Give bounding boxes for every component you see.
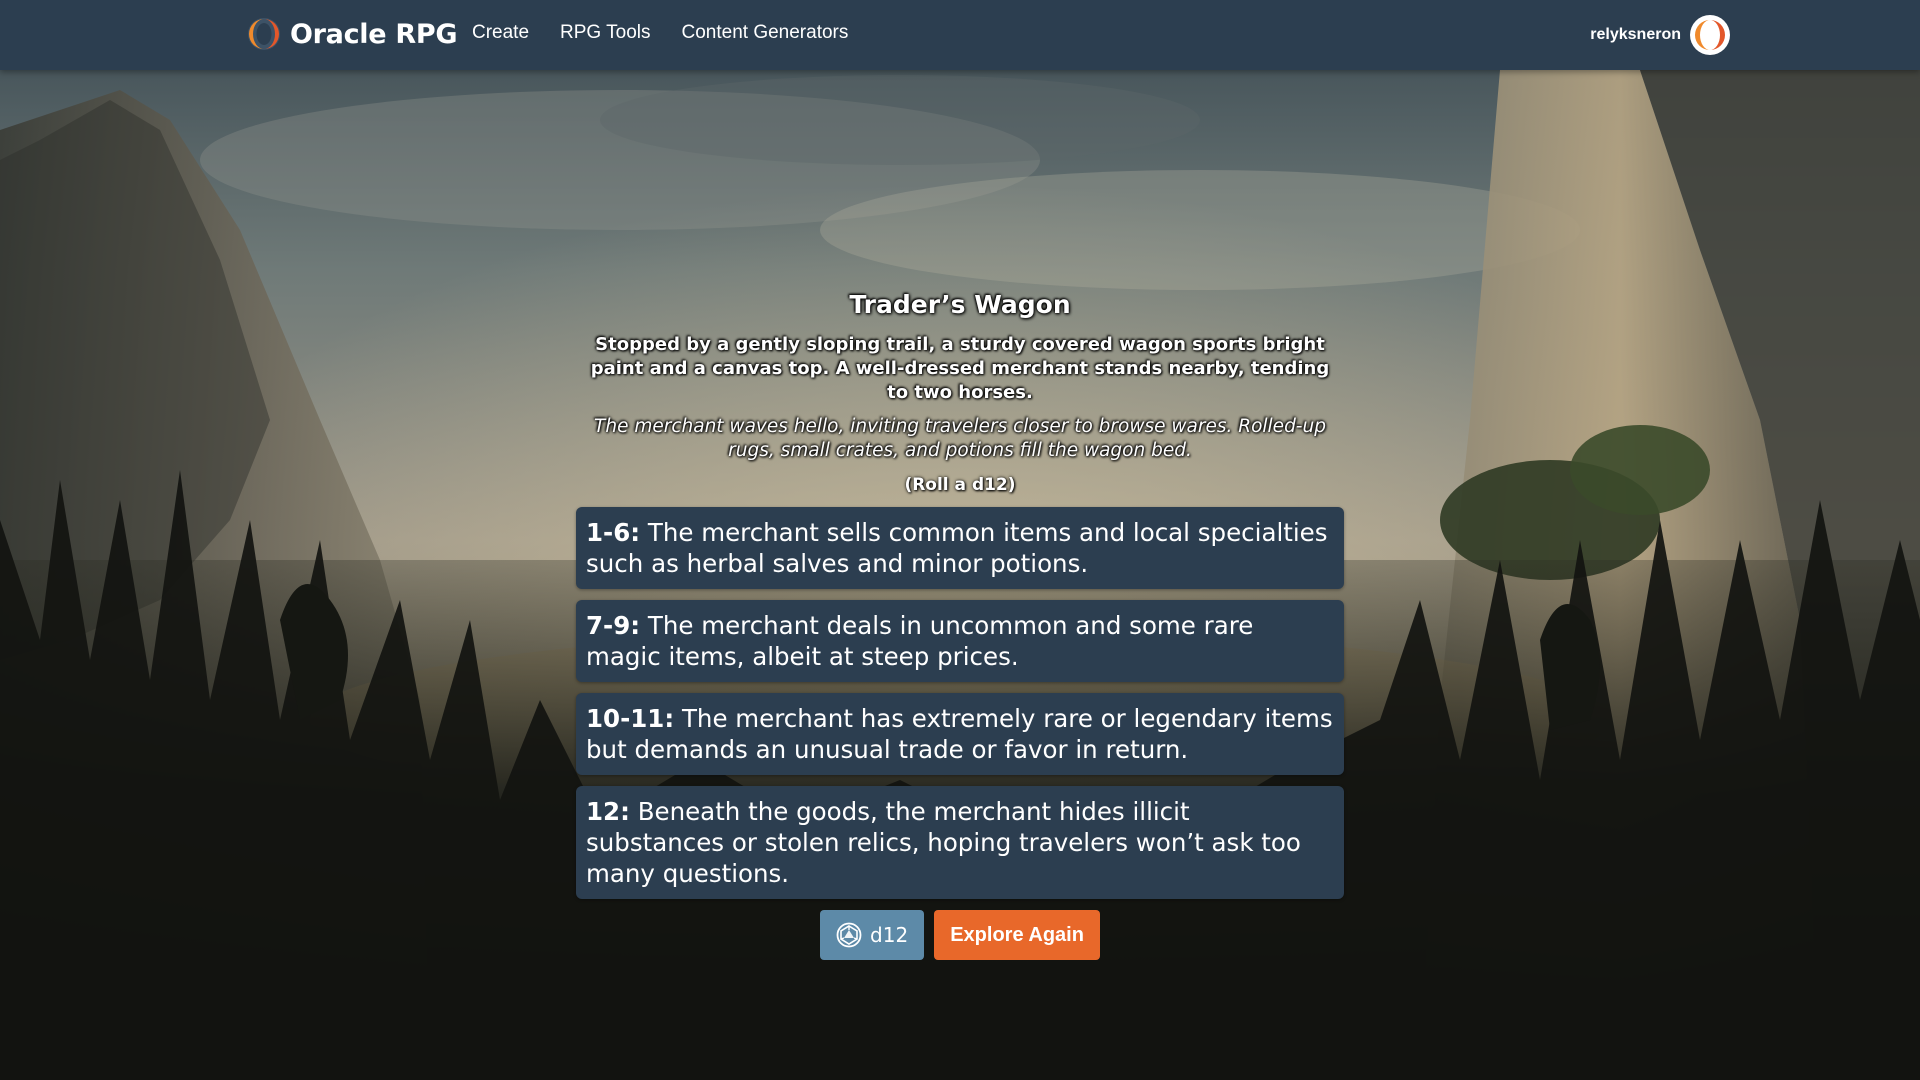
oracle-logo-icon <box>248 18 280 50</box>
brand-name: Oracle RPG <box>290 18 458 50</box>
nav-rpg-tools[interactable]: RPG Tools <box>560 22 650 44</box>
outcome-card: 7-9: The merchant deals in uncommon and … <box>576 600 1344 682</box>
outcome-range: 10-11: <box>586 704 675 733</box>
encounter-flavor-text: The merchant waves hello, inviting trave… <box>594 416 1326 461</box>
outcome-card: 10-11: The merchant has extremely rare o… <box>576 693 1344 775</box>
dice-button-label: d12 <box>870 923 909 947</box>
username: relyksneron <box>1590 26 1681 43</box>
user-avatar-icon <box>1695 20 1725 50</box>
outcome-text: The merchant has extremely rare or legen… <box>586 704 1333 764</box>
avatar[interactable] <box>1690 15 1730 55</box>
outcome-card: 12: Beneath the goods, the merchant hide… <box>576 786 1344 899</box>
main-nav: Create RPG Tools Content Generators <box>472 22 848 44</box>
d20-die-icon <box>836 922 862 948</box>
nav-content-generators[interactable]: Content Generators <box>682 22 849 44</box>
brand-home-link[interactable]: Oracle RPG <box>246 14 458 54</box>
top-navbar: Oracle RPG Create RPG Tools Content Gene… <box>0 0 1920 70</box>
explore-again-button[interactable]: Explore Again <box>934 910 1100 960</box>
action-buttons: d12 Explore Again <box>576 910 1344 960</box>
outcome-range: 1-6: <box>586 518 641 547</box>
outcome-text: The merchant sells common items and loca… <box>586 518 1328 578</box>
outcome-list: 1-6: The merchant sells common items and… <box>576 507 1344 899</box>
outcome-text: Beneath the goods, the merchant hides il… <box>586 797 1301 888</box>
user-menu[interactable]: relyksneron <box>1590 14 1730 56</box>
nav-create[interactable]: Create <box>472 22 529 44</box>
outcome-range: 7-9: <box>586 611 641 640</box>
encounter-description: Stopped by a gently sloping trail, a stu… <box>590 334 1330 403</box>
encounter-panel: Trader’s Wagon Stopped by a gently slopi… <box>576 290 1344 960</box>
roll-d12-button[interactable]: d12 <box>820 910 925 960</box>
outcome-range: 12: <box>586 797 630 826</box>
outcome-card: 1-6: The merchant sells common items and… <box>576 507 1344 589</box>
outcome-text: The merchant deals in uncommon and some … <box>586 611 1254 671</box>
encounter-title: Trader’s Wagon <box>849 290 1071 319</box>
roll-hint: (Roll a d12) <box>904 475 1016 495</box>
